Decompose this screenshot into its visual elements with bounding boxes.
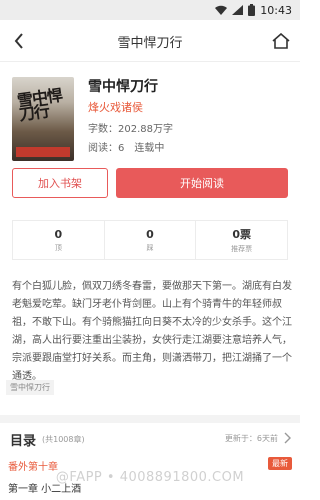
- status-icons: 10:43: [215, 3, 292, 17]
- cover-stripe: [16, 147, 70, 157]
- book-author[interactable]: 烽火戏诸侯: [88, 99, 143, 115]
- start-reading-button[interactable]: 开始阅读: [116, 168, 288, 198]
- book-cover[interactable]: 雪中悍刀行: [12, 77, 74, 161]
- stat-value: 0票: [232, 228, 251, 241]
- home-icon: [272, 33, 290, 49]
- section-divider: [0, 415, 300, 423]
- status-bar: 10:43: [0, 0, 300, 20]
- stat-label: 推荐票: [231, 245, 253, 253]
- stat-recommend[interactable]: 0票 推荐票: [196, 221, 287, 259]
- stat-downvote[interactable]: 0 踩: [105, 221, 197, 259]
- stat-upvote[interactable]: 0 顶: [13, 221, 105, 259]
- word-count: 字数：202.88万字: [88, 124, 173, 135]
- cover-title: 雪中悍刀行: [15, 85, 64, 125]
- stat-label: 踩: [146, 243, 154, 252]
- stat-label: 顶: [54, 243, 62, 252]
- book-title: 雪中悍刀行: [88, 79, 158, 95]
- page-title: 雪中悍刀行: [117, 36, 183, 51]
- toc-updated: 更新于：6天前: [224, 434, 278, 443]
- read-count: 阅读：6: [88, 143, 125, 154]
- watermark: @FAPP • 4008891800.COM: [55, 470, 245, 485]
- book-tag[interactable]: 雪中悍刀行: [6, 380, 54, 395]
- add-to-shelf-button[interactable]: 加入书架: [12, 168, 108, 198]
- book-synopsis: 有个白狐儿脸，佩双刀绣冬春雷，要做那天下第一。湖底有白发老魁爱吃荤。缺门牙老仆背…: [12, 281, 292, 382]
- toc-header[interactable]: 目录 (共1008章) 更新于：6天前: [0, 423, 300, 453]
- battery-icon: [248, 4, 256, 16]
- chevron-right-icon: [284, 432, 291, 444]
- toc-title: 目录: [10, 434, 37, 449]
- nav-bar: 雪中悍刀行: [0, 20, 300, 62]
- toc-chapter-count: (共1008章): [42, 435, 85, 444]
- book-info: 雪中悍刀行 雪中悍刀行 烽火戏诸侯 字数：202.88万字 阅读：6 连载中: [0, 62, 300, 162]
- signal-icon: [232, 5, 244, 15]
- wifi-icon: [215, 5, 228, 15]
- stat-value: 0: [54, 227, 63, 241]
- serial-status: 连载中: [134, 143, 165, 154]
- latest-badge: 最新: [268, 457, 292, 470]
- home-button[interactable]: [268, 28, 294, 54]
- read-info: 阅读：6 连载中: [88, 139, 164, 154]
- status-time: 10:43: [260, 3, 292, 17]
- stat-value: 0: [146, 227, 154, 241]
- vote-stats: 0 顶 0 踩 0票 推荐票: [12, 220, 288, 260]
